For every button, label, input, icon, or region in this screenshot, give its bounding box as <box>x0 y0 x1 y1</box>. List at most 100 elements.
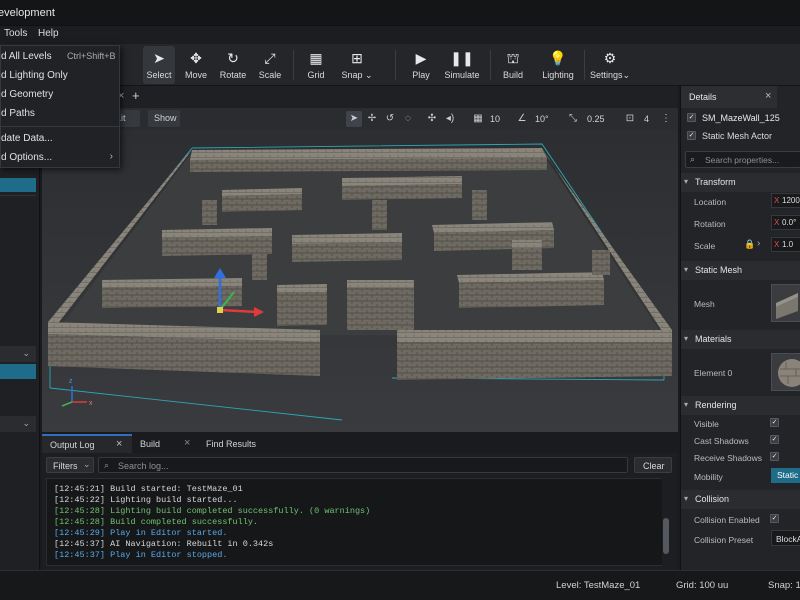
scale-icon: ⤢ <box>264 50 276 66</box>
chevron-down-icon: ▾ <box>684 400 689 409</box>
log-line: [12:45:28] Build completed successfully. <box>54 517 259 527</box>
grid-button[interactable]: ▦ Grid <box>300 46 332 84</box>
collision-enabled-checkbox[interactable]: ✓ <box>770 514 779 523</box>
receive-shadows-checkbox[interactable]: ✓ <box>770 452 779 461</box>
cursor-icon: ➤ <box>153 50 165 66</box>
search-icon: ⌕ <box>104 460 110 470</box>
rendering-section-header[interactable]: ▾ Rendering <box>681 396 800 415</box>
log-line: [12:45:37] Play in Editor stopped. <box>54 550 228 560</box>
object-enabled-checkbox[interactable]: ✓ <box>687 113 696 122</box>
show-button[interactable]: Show <box>148 110 180 127</box>
collision-preset-select[interactable]: BlockA <box>771 530 800 546</box>
move-icon: ✥ <box>190 50 202 66</box>
chevron-down-icon: ▾ <box>684 265 689 274</box>
rotation-x-field[interactable]: X 0.0° <box>771 215 800 230</box>
tab-find-results[interactable]: Find Results <box>198 434 268 453</box>
move-tool-button[interactable]: ✥ Move <box>180 46 212 84</box>
scale-x-field[interactable]: X 1.0 <box>771 237 800 252</box>
build-button[interactable]: ⛫ Build <box>498 46 528 84</box>
grid-snap-icon[interactable]: ▦ <box>470 111 486 127</box>
menu-tools[interactable]: Tools <box>4 28 27 39</box>
log-tab-strip: Output Log × Build × Find Results <box>42 434 678 453</box>
more-options-icon[interactable]: ⋮ <box>658 111 674 127</box>
grid-icon: ▦ <box>309 50 323 66</box>
toolbar-divider <box>293 50 294 80</box>
mobility-static-option[interactable]: Static <box>771 468 800 483</box>
lock-icon[interactable]: 🔒 <box>744 239 755 250</box>
collision-section-header[interactable]: ▾ Collision <box>681 490 800 509</box>
static-mesh-section-header[interactable]: ▾ Static Mesh <box>681 261 800 280</box>
log-line: [12:45:22] Lighting build started... <box>54 495 238 505</box>
audio-icon[interactable]: ◂) <box>442 111 458 127</box>
details-tab[interactable]: Details × <box>681 86 777 108</box>
close-icon[interactable]: × <box>184 437 190 449</box>
pause-icon: ❚❚ <box>450 50 474 66</box>
scale-tool-button[interactable]: ⤢ Scale <box>254 46 286 84</box>
selected-row[interactable] <box>0 364 36 379</box>
location-x-field[interactable]: X 1200.0 <box>771 193 800 208</box>
snap-button[interactable]: ⊞ Snap ⌄ <box>337 46 377 84</box>
close-icon[interactable]: × <box>116 438 122 450</box>
camera-speed-icon[interactable]: ⊡ <box>622 111 638 127</box>
maze-scene: z x <box>42 130 678 432</box>
scale-icon[interactable]: ◌ <box>400 111 416 127</box>
menu-item-update-data[interactable]: date Data... <box>1 129 119 148</box>
add-tab-icon[interactable]: + <box>132 88 140 103</box>
close-icon[interactable]: × <box>765 90 771 102</box>
clear-log-button[interactable]: Clear <box>634 457 672 473</box>
angle-snap-icon[interactable]: ∠ <box>514 111 530 127</box>
selected-row[interactable] <box>0 178 36 192</box>
cast-shadows-checkbox[interactable]: ✓ <box>770 435 779 444</box>
svg-text:z: z <box>69 378 73 385</box>
menu-item-build-lighting[interactable]: d Lighting Only <box>1 66 119 85</box>
select-mode-icon[interactable]: ➤ <box>346 111 362 127</box>
section-header[interactable]: ⌄ <box>0 416 36 432</box>
level-viewport[interactable]: z x <box>42 130 678 432</box>
simulate-button[interactable]: ❚❚ Simulate <box>443 46 481 84</box>
build-menu-dropdown: d All Levels Ctrl+Shift+B d Lighting Onl… <box>0 45 120 168</box>
log-line: [12:45:21] Build started: TestMaze_01 <box>54 484 243 494</box>
chevron-down-icon: ⌄ <box>22 418 30 428</box>
transform-section-header[interactable]: ▾ Transform <box>681 173 800 192</box>
materials-section-header[interactable]: ▾ Materials <box>681 330 800 349</box>
chevron-down-icon: ▾ <box>684 334 689 343</box>
play-button[interactable]: ▶ Play <box>406 46 436 84</box>
material-thumbnail[interactable] <box>771 353 800 391</box>
log-scrollbar[interactable] <box>662 478 670 566</box>
chevron-down-icon: ⌄ <box>365 70 373 80</box>
menu-item-build-all[interactable]: d All Levels Ctrl+Shift+B <box>1 47 119 66</box>
tab-build[interactable]: Build × <box>134 434 194 453</box>
mesh-thumbnail[interactable] <box>771 284 800 322</box>
section-header[interactable]: ⌄ <box>0 346 36 362</box>
log-line: [12:45:28] Lighting build completed succ… <box>54 506 371 516</box>
chevron-down-icon: ⌄ <box>83 459 91 469</box>
rotate-tool-button[interactable]: ↻ Rotate <box>217 46 249 84</box>
select-tool-button[interactable]: ➤ Select <box>143 46 175 84</box>
play-icon: ▶ <box>415 50 427 66</box>
chevron-down-icon: ⌄ <box>622 70 631 80</box>
tab-output-log[interactable]: Output Log × <box>42 434 132 453</box>
settings-button[interactable]: ⚙ Settings⌄ <box>590 46 630 84</box>
lightbulb-icon: 💡 <box>549 50 567 66</box>
component-checkbox[interactable]: ✓ <box>687 131 696 140</box>
chevron-right-icon: › <box>109 151 113 162</box>
rotate-icon[interactable]: ↺ <box>382 111 398 127</box>
main-toolbar: ➤ Select ✥ Move ↻ Rotate ⤢ Scale ▦ Grid … <box>0 44 800 86</box>
log-search-input[interactable]: ⌕ Search log... <box>98 457 628 473</box>
filters-dropdown[interactable]: Filters ⌄ <box>46 457 94 473</box>
viewport-tab-strip: × + <box>42 86 678 108</box>
menu-help[interactable]: Help <box>38 28 59 39</box>
world-icon[interactable]: ✣ <box>424 111 440 127</box>
scale-snap-icon[interactable]: ⤡ <box>565 111 581 127</box>
scrollbar-thumb[interactable] <box>663 518 669 554</box>
search-properties-input[interactable]: ⌕ Search properties... <box>685 151 800 168</box>
menu-item-build-options[interactable]: d Options... › <box>1 148 119 167</box>
app-title: evelopment <box>0 7 55 19</box>
chevron-right-icon: › <box>757 238 761 249</box>
translate-icon[interactable]: ✢ <box>364 111 380 127</box>
lighting-button[interactable]: 💡 Lighting <box>540 46 576 84</box>
menu-item-build-paths[interactable]: d Paths <box>1 104 119 123</box>
visible-checkbox[interactable]: ✓ <box>770 418 779 427</box>
menu-item-build-geometry[interactable]: d Geometry <box>1 85 119 104</box>
toolbar-divider <box>395 50 396 80</box>
